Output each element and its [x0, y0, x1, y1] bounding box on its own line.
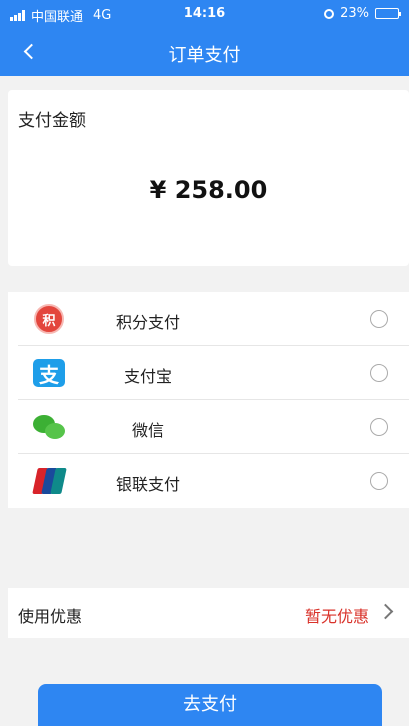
payment-method-unionpay[interactable]: 银联支付: [8, 454, 409, 508]
payment-method-label: 微信: [131, 421, 164, 440]
payment-method-label: 支付宝: [123, 367, 172, 386]
amount-label: 支付金额: [18, 111, 86, 131]
status-bar: 中国联通 4G 14:16 23%: [0, 0, 409, 28]
alipay-icon-badge: 支: [33, 359, 65, 387]
payment-method-label: 银联支付: [115, 475, 180, 494]
points-icon-badge: 积: [34, 304, 64, 334]
payment-radio-wechat[interactable]: [370, 418, 388, 436]
payment-radio-alipay[interactable]: [370, 364, 388, 382]
chevron-right-icon: [377, 603, 394, 620]
discount-label: 使用优惠: [18, 607, 83, 626]
amount-value: ¥ 258.00: [149, 176, 268, 204]
payment-method-list: 积 积分支付 支 支付宝 微信 银联支付: [8, 292, 409, 508]
alipay-icon: 支: [32, 358, 66, 388]
payment-method-alipay[interactable]: 支 支付宝: [8, 346, 409, 400]
payment-method-label: 积分支付: [115, 313, 180, 332]
payment-radio-points[interactable]: [370, 310, 388, 328]
payment-method-wechat[interactable]: 微信: [8, 400, 409, 454]
page-title: 订单支付: [168, 45, 241, 66]
amount-card: 支付金额 ¥ 258.00: [8, 90, 409, 266]
status-bar-right: 23%: [324, 6, 401, 21]
points-icon: 积: [32, 304, 66, 334]
battery-percent: 23%: [340, 6, 369, 21]
battery-icon: [375, 8, 401, 19]
nav-bar: 订单支付: [0, 28, 409, 76]
discount-value: 暂无优惠: [304, 607, 369, 626]
pay-button[interactable]: 去支付: [38, 684, 382, 726]
payment-radio-unionpay[interactable]: [370, 472, 388, 490]
payment-method-points[interactable]: 积 积分支付: [8, 292, 409, 346]
app-header: 中国联通 4G 14:16 23% 订单支付: [0, 0, 409, 76]
wechat-icon: [32, 412, 66, 442]
unionpay-icon: [32, 466, 67, 496]
alarm-icon: [324, 8, 335, 19]
discount-row[interactable]: 使用优惠 暂无优惠: [8, 588, 409, 638]
